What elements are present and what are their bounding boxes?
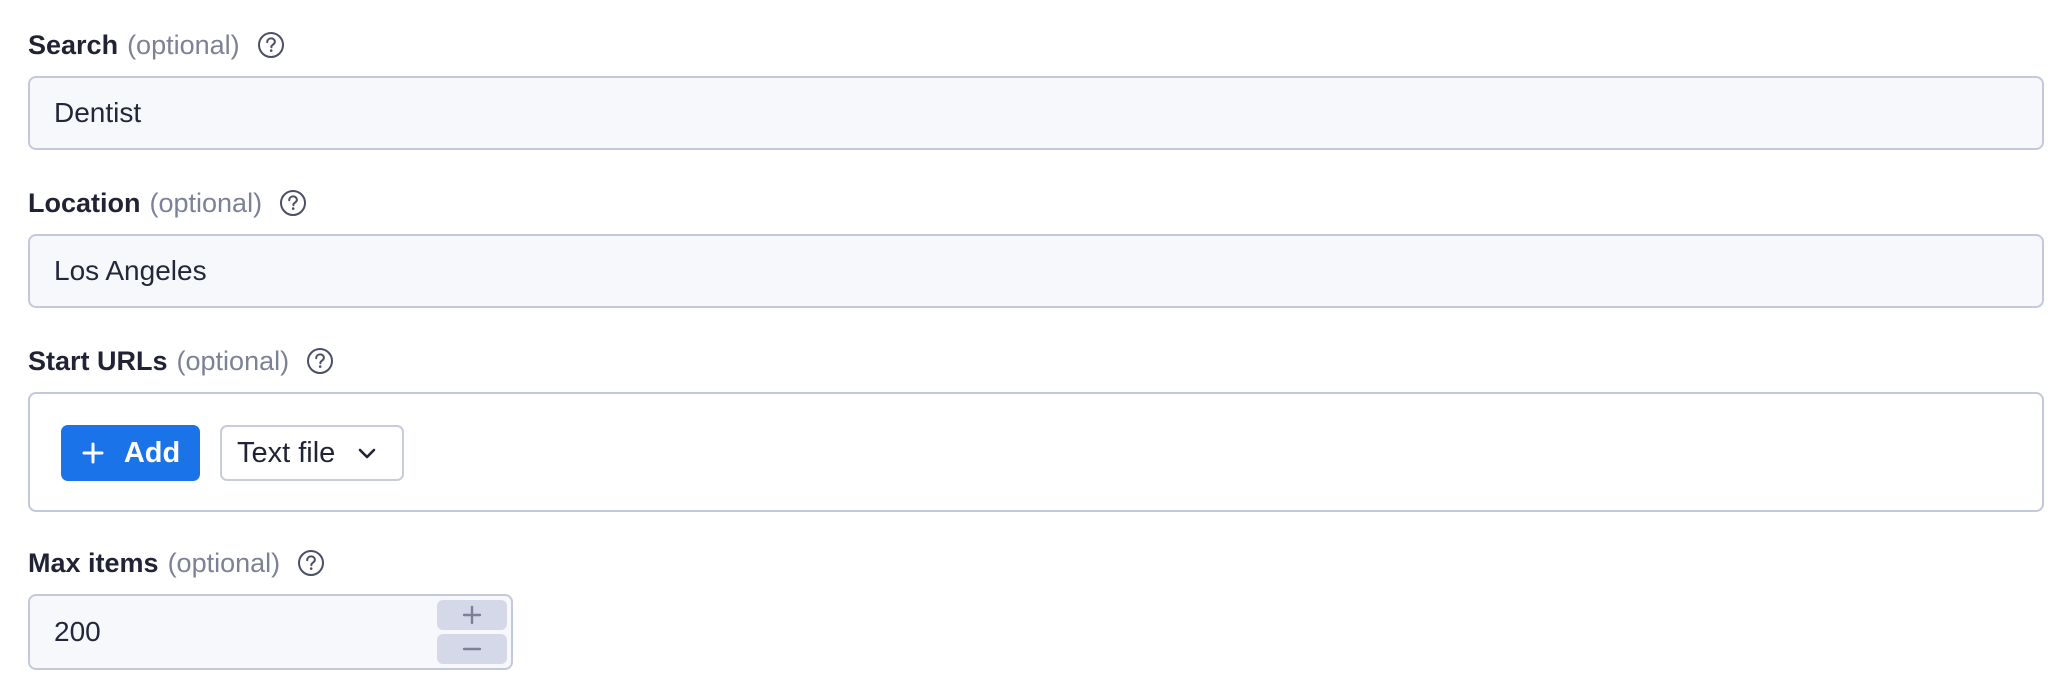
max-items-input[interactable]: 200 bbox=[28, 594, 513, 670]
minus-icon bbox=[462, 639, 482, 659]
search-input[interactable]: Dentist bbox=[28, 76, 2044, 150]
location-label: Location (optional) bbox=[28, 185, 307, 221]
url-source-select[interactable]: Text file bbox=[220, 425, 404, 481]
location-field: Location (optional) Los Angeles bbox=[28, 185, 2044, 308]
help-icon[interactable] bbox=[279, 189, 307, 217]
search-label: Search (optional) bbox=[28, 27, 285, 63]
max-items-input-value: 200 bbox=[54, 616, 101, 647]
search-field: Search (optional) Dentist bbox=[28, 27, 2044, 150]
max-items-field: Max items (optional) 200 bbox=[28, 545, 513, 670]
start-urls-label-text: Start URLs bbox=[28, 345, 168, 376]
url-source-select-value: Text file bbox=[237, 436, 336, 469]
search-input-value: Dentist bbox=[54, 97, 142, 128]
start-urls-field: Start URLs (optional) Add Text file bbox=[28, 343, 2044, 512]
add-url-button-label: Add bbox=[123, 436, 181, 469]
help-icon[interactable] bbox=[306, 347, 334, 375]
increment-button[interactable] bbox=[437, 600, 507, 630]
max-items-optional-text: (optional) bbox=[167, 547, 281, 578]
search-optional-text: (optional) bbox=[127, 29, 240, 60]
location-input[interactable]: Los Angeles bbox=[28, 234, 2044, 308]
plus-icon bbox=[81, 441, 105, 465]
add-url-button[interactable]: Add bbox=[61, 425, 200, 481]
search-label-text: Search bbox=[28, 29, 119, 60]
location-label-text: Location bbox=[28, 187, 141, 218]
start-urls-box: Add Text file bbox=[28, 392, 2044, 512]
plus-icon bbox=[462, 605, 482, 625]
help-icon[interactable] bbox=[257, 31, 285, 59]
start-urls-label: Start URLs (optional) bbox=[28, 343, 334, 379]
help-icon[interactable] bbox=[297, 549, 325, 577]
start-urls-optional-text: (optional) bbox=[176, 345, 290, 376]
location-optional-text: (optional) bbox=[149, 187, 263, 218]
max-items-label: Max items (optional) bbox=[28, 545, 325, 581]
max-items-label-text: Max items bbox=[28, 547, 159, 578]
chevron-down-icon bbox=[356, 442, 378, 464]
decrement-button[interactable] bbox=[437, 634, 507, 664]
location-input-value: Los Angeles bbox=[54, 255, 207, 286]
